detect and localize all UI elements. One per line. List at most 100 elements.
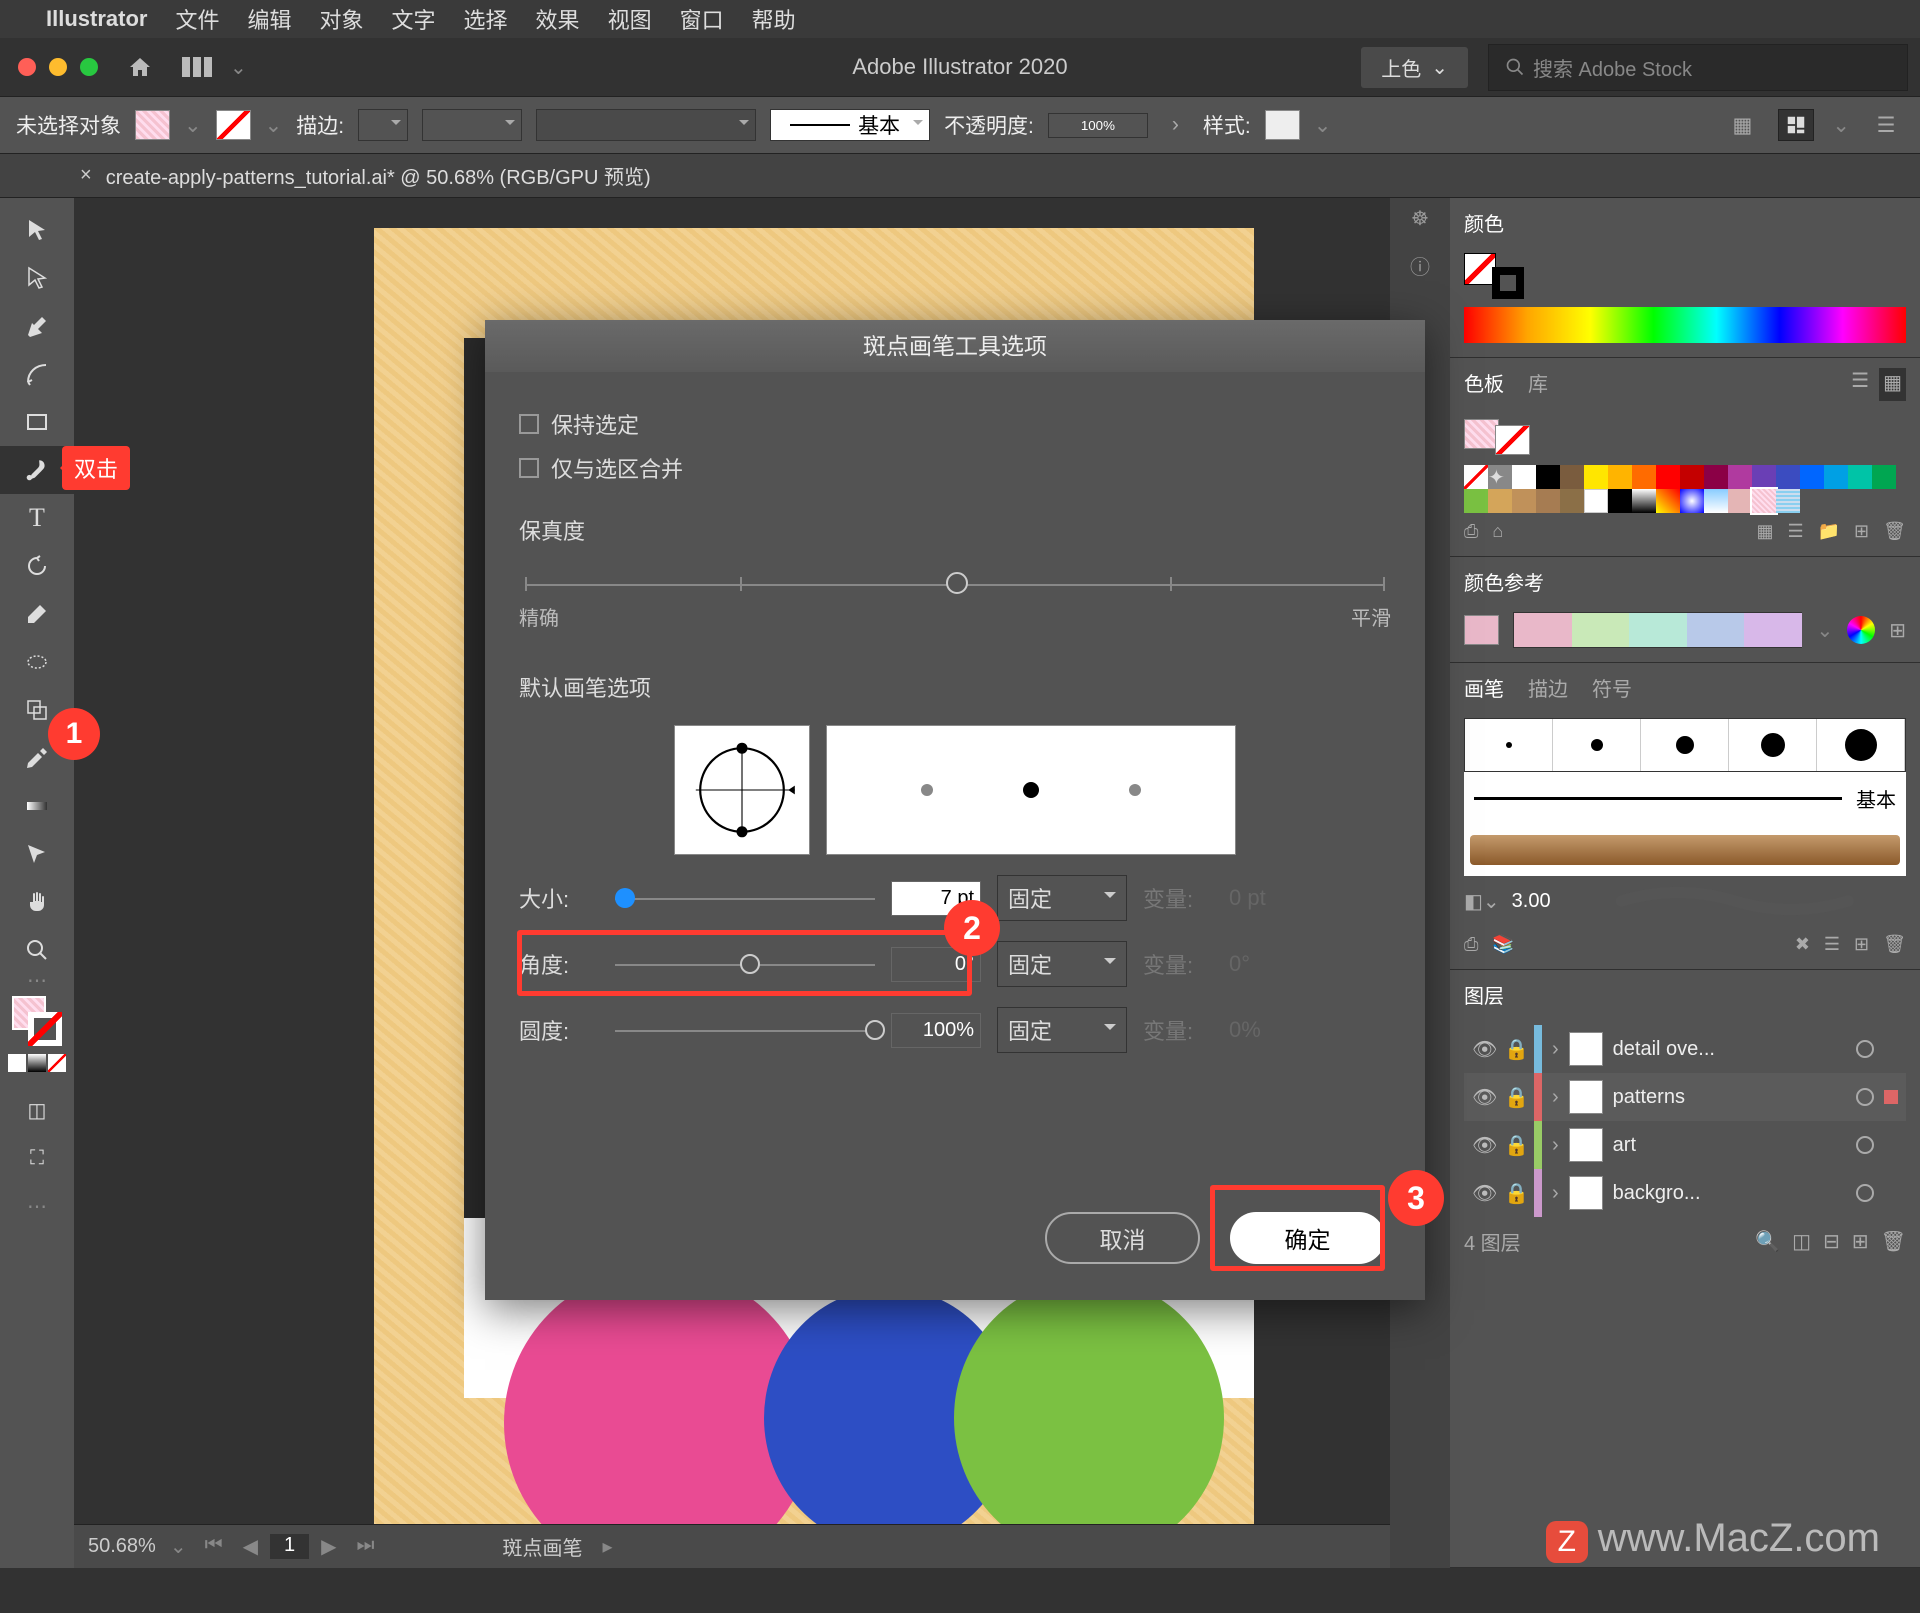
layer-delete-icon[interactable]: 🗑: [1881, 1229, 1906, 1254]
menu-view[interactable]: 视图: [608, 3, 652, 35]
nav-prev[interactable]: ◀: [235, 1534, 266, 1559]
swatch-current-fill[interactable]: [1464, 419, 1499, 449]
menu-help[interactable]: 帮助: [752, 3, 796, 35]
maximize-window-button[interactable]: [80, 58, 98, 76]
nav-last[interactable]: ⏭: [349, 1534, 383, 1559]
stroke-profile-dropdown[interactable]: [422, 109, 522, 141]
layer-row[interactable]: 👁 🔒 › detail ove...: [1464, 1025, 1906, 1073]
brush-new-icon[interactable]: ⊞: [1854, 934, 1869, 955]
swatch-new-icon[interactable]: ⊞: [1854, 521, 1869, 542]
draw-mode-icon[interactable]: ◫: [0, 1086, 74, 1134]
target-icon[interactable]: [1856, 1088, 1874, 1106]
fill-stroke-control[interactable]: [12, 996, 62, 1046]
slice-tool[interactable]: [0, 830, 74, 878]
visibility-icon[interactable]: 👁: [1472, 1085, 1494, 1110]
guide-options-icon[interactable]: ⊞: [1889, 618, 1906, 643]
menu-window[interactable]: 窗口: [680, 3, 724, 35]
menu-effect[interactable]: 效果: [536, 3, 580, 35]
layer-row[interactable]: 👁 🔒 › art: [1464, 1121, 1906, 1169]
visibility-icon[interactable]: 👁: [1472, 1181, 1494, 1206]
merge-selection-checkbox[interactable]: 仅与选区合并: [519, 452, 1391, 484]
info-icon[interactable]: ⓘ: [1410, 251, 1430, 280]
menu-select[interactable]: 选择: [464, 3, 508, 35]
prefs-icon[interactable]: ☰: [1868, 109, 1904, 141]
target-icon[interactable]: [1856, 1184, 1874, 1202]
swatch-delete-icon[interactable]: 🗑: [1883, 521, 1906, 542]
eraser-tool[interactable]: [0, 590, 74, 638]
fill-swatch[interactable]: [135, 110, 170, 140]
color-spectrum[interactable]: [1464, 307, 1906, 343]
brush-size-list[interactable]: [1464, 718, 1906, 772]
doc-setup-icon[interactable]: ▦: [1724, 109, 1760, 141]
size-mode-dropdown[interactable]: 固定: [997, 875, 1127, 921]
curvature-tool[interactable]: [0, 350, 74, 398]
expand-icon[interactable]: ›: [1552, 1086, 1559, 1109]
tab-swatches[interactable]: 色板: [1464, 368, 1504, 401]
menu-type[interactable]: 文字: [392, 3, 436, 35]
layer-clip-icon[interactable]: ◫: [1792, 1229, 1811, 1254]
menu-app-name[interactable]: Illustrator: [46, 6, 147, 32]
color-mode-toggle[interactable]: [8, 1054, 66, 1072]
align-icon[interactable]: [1778, 109, 1814, 141]
brush-shape-preview[interactable]: [674, 725, 810, 855]
lock-icon[interactable]: 🔒: [1504, 1037, 1524, 1062]
fidelity-slider[interactable]: [525, 576, 1385, 592]
layer-name[interactable]: art: [1613, 1134, 1846, 1157]
toolbar-more[interactable]: ⋯: [0, 974, 74, 986]
artboard-number[interactable]: 1: [270, 1534, 309, 1559]
graphic-style-swatch[interactable]: [1265, 110, 1300, 140]
stroke-swatch[interactable]: [216, 110, 251, 140]
texture-brush-row[interactable]: [1464, 824, 1906, 876]
expand-icon[interactable]: ›: [1552, 1038, 1559, 1061]
blob-brush-tool[interactable]: 双击: [0, 446, 74, 494]
tab-layers[interactable]: 图层: [1464, 980, 1504, 1013]
color-none-icon[interactable]: [48, 1054, 66, 1072]
swatch-menu-icon[interactable]: ⌂: [1492, 521, 1503, 542]
layer-name[interactable]: patterns: [1613, 1086, 1846, 1109]
menu-file[interactable]: 文件: [175, 3, 219, 35]
edit-toolbar[interactable]: ⋯: [0, 1182, 74, 1230]
tab-symbols[interactable]: 符号: [1592, 673, 1632, 706]
roundness-slider[interactable]: [615, 1025, 875, 1035]
stroke-weight-dropdown[interactable]: [358, 109, 408, 141]
pen-tool[interactable]: [0, 302, 74, 350]
direct-selection-tool[interactable]: [0, 254, 74, 302]
screen-mode-icon[interactable]: ⛶: [0, 1134, 74, 1182]
swatch-grid-view-icon[interactable]: ▦: [1879, 368, 1906, 401]
layer-name[interactable]: backgro...: [1613, 1182, 1846, 1205]
cancel-button[interactable]: 取消: [1045, 1212, 1200, 1264]
hand-tool[interactable]: [0, 878, 74, 926]
swatch-lib-icon[interactable]: ⎙: [1464, 521, 1478, 542]
angle-mode-dropdown[interactable]: 固定: [997, 941, 1127, 987]
stroke-style-dropdown[interactable]: 基本: [770, 109, 930, 141]
roundness-input[interactable]: [891, 1013, 981, 1048]
brush-options-icon[interactable]: ☰: [1824, 934, 1840, 955]
rectangle-tool[interactable]: [0, 398, 74, 446]
brush-lib-icon[interactable]: ⎙: [1464, 934, 1478, 955]
minimize-window-button[interactable]: [49, 58, 67, 76]
swatch-current-stroke[interactable]: [1495, 425, 1530, 455]
tab-brushes[interactable]: 画笔: [1464, 673, 1504, 706]
expand-icon[interactable]: ›: [1552, 1134, 1559, 1157]
target-icon[interactable]: [1856, 1136, 1874, 1154]
swatch-grid[interactable]: ✦: [1464, 465, 1906, 513]
arrange-documents-icon[interactable]: [182, 57, 212, 77]
search-stock-input[interactable]: 搜索 Adobe Stock: [1488, 44, 1908, 91]
stroke-width-picker[interactable]: ◧⌄: [1464, 889, 1500, 914]
size-slider[interactable]: [615, 893, 875, 903]
menu-object[interactable]: 对象: [320, 3, 364, 35]
layer-new-icon[interactable]: ⊞: [1852, 1229, 1869, 1254]
brush-remove-icon[interactable]: ✖: [1795, 934, 1810, 955]
roundness-mode-dropdown[interactable]: 固定: [997, 1007, 1127, 1053]
base-color-swatch[interactable]: [1464, 615, 1499, 645]
tool-flyout[interactable]: ▸: [603, 1534, 613, 1559]
zoom-level[interactable]: 50.68%: [74, 1535, 170, 1558]
lock-icon[interactable]: 🔒: [1504, 1085, 1524, 1110]
panel-fill-stroke[interactable]: [1464, 253, 1524, 299]
visibility-icon[interactable]: 👁: [1472, 1037, 1494, 1062]
basic-brush-row[interactable]: 基本: [1464, 772, 1906, 824]
document-tab[interactable]: create-apply-patterns_tutorial.ai* @ 50.…: [106, 161, 651, 190]
swatch-list-view-icon[interactable]: ☰: [1851, 368, 1869, 401]
stroke-indicator[interactable]: [28, 1012, 62, 1046]
keep-selected-checkbox[interactable]: 保持选定: [519, 408, 1391, 440]
